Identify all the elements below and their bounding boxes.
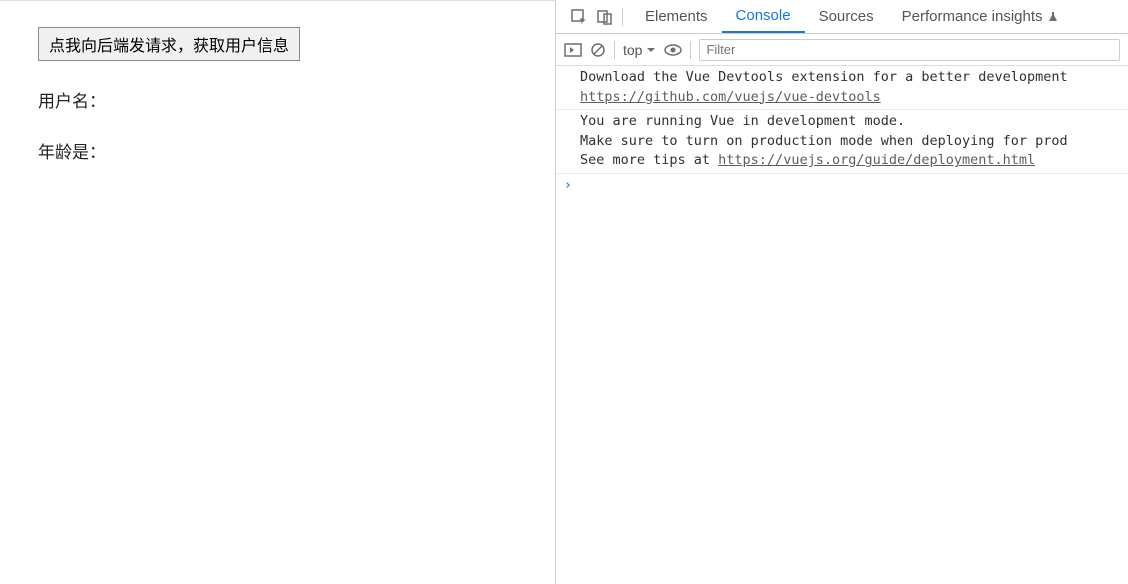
context-selector[interactable]: top xyxy=(623,42,656,58)
console-output: Download the Vue Devtools extension for … xyxy=(556,66,1128,584)
console-sidebar-toggle-icon[interactable] xyxy=(564,42,582,58)
tab-console[interactable]: Console xyxy=(722,0,805,33)
console-text: Download the Vue Devtools extension for … xyxy=(580,68,1120,88)
chevron-right-icon: › xyxy=(564,177,572,196)
chevron-down-icon xyxy=(646,45,656,55)
tab-performance-insights-label: Performance insights xyxy=(902,8,1043,25)
console-link[interactable]: https://vuejs.org/guide/deployment.html xyxy=(718,152,1035,168)
console-prompt[interactable]: › xyxy=(556,174,1128,199)
clear-console-icon[interactable] xyxy=(590,42,606,58)
live-expression-icon[interactable] xyxy=(664,43,682,57)
separator xyxy=(690,41,691,59)
devtools-tabstrip: Elements Console Sources Performance ins… xyxy=(556,0,1128,34)
inspect-element-icon[interactable] xyxy=(566,0,592,33)
console-message: Download the Vue Devtools extension for … xyxy=(556,66,1128,110)
console-text: You are running Vue in development mode. xyxy=(580,112,1120,132)
separator xyxy=(622,8,623,26)
age-label: 年龄是： xyxy=(38,138,517,163)
console-message: You are running Vue in development mode.… xyxy=(556,110,1128,174)
tab-sources[interactable]: Sources xyxy=(805,0,888,33)
console-text: Make sure to turn on production mode whe… xyxy=(580,132,1120,152)
username-label: 用户名： xyxy=(38,87,517,112)
context-label: top xyxy=(623,42,642,58)
devtools-panel: Elements Console Sources Performance ins… xyxy=(555,0,1128,584)
console-filter-input[interactable] xyxy=(699,39,1120,61)
console-link[interactable]: https://github.com/vuejs/vue-devtools xyxy=(580,89,881,105)
fetch-user-button[interactable]: 点我向后端发请求，获取用户信息 xyxy=(38,27,300,61)
console-toolbar: top xyxy=(556,34,1128,66)
app-pane: 点我向后端发请求，获取用户信息 用户名： 年龄是： xyxy=(0,0,555,584)
flask-icon xyxy=(1047,11,1059,23)
device-toggle-icon[interactable] xyxy=(592,0,618,33)
console-text: See more tips at xyxy=(580,152,718,168)
tab-elements[interactable]: Elements xyxy=(631,0,722,33)
tab-performance-insights[interactable]: Performance insights xyxy=(888,0,1063,33)
separator xyxy=(614,41,615,59)
